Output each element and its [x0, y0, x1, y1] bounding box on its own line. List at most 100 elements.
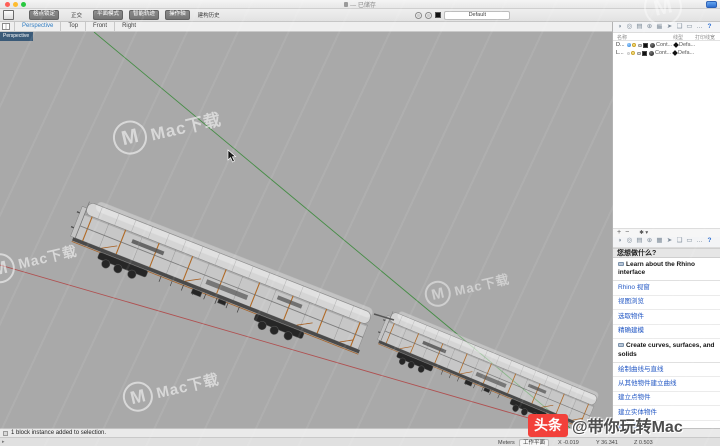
- notes-icon[interactable]: …: [695, 238, 704, 245]
- linetype-value[interactable]: Cont...: [655, 50, 671, 56]
- right-sidebar: ◑ ◎ ▤ ⊕ ▦ ➤ ❑ ▭ … ? 名称 线型 打印线宽 D... Cont…: [612, 22, 720, 428]
- display-mode-select[interactable]: Default: [444, 11, 510, 20]
- layers-empty-area[interactable]: [613, 57, 720, 228]
- four-viewports-icon[interactable]: [2, 23, 10, 30]
- display-icon[interactable]: ◑: [615, 24, 624, 31]
- materials-icon[interactable]: ▦: [655, 24, 664, 31]
- help-link[interactable]: Rhino 视窗: [613, 281, 720, 295]
- shaded-mode-icon[interactable]: [425, 12, 432, 19]
- layer-color-swatch[interactable]: [642, 51, 647, 56]
- help-link-list: Learn about the Rhino interface Rhino 视窗…: [613, 258, 720, 429]
- ortho-label[interactable]: 正交: [71, 11, 82, 19]
- mouse-cursor: [228, 150, 236, 162]
- layer-name[interactable]: L...: [616, 50, 625, 56]
- print-color-icon[interactable]: [673, 42, 679, 48]
- layers-header: 名称 线型 打印线宽: [613, 33, 720, 41]
- properties-icon[interactable]: ▤: [635, 238, 644, 245]
- help-icon[interactable]: ?: [705, 24, 714, 31]
- smarttrack-button[interactable]: 智能轨迹: [129, 10, 159, 21]
- coord-z: Z 0.503: [634, 440, 653, 446]
- visibility-bulb-icon[interactable]: [631, 51, 635, 55]
- layer-row-layer01[interactable]: L... Cont... Defa...: [613, 49, 720, 57]
- coord-y: Y 36.341: [596, 440, 618, 446]
- viewport-canvas[interactable]: [0, 32, 612, 428]
- cursor-icon[interactable]: ➤: [665, 24, 674, 31]
- current-layer-icon[interactable]: [627, 52, 630, 55]
- web-icon[interactable]: ⊕: [645, 238, 654, 245]
- target-icon[interactable]: ◎: [625, 238, 634, 245]
- history-window-icon[interactable]: [3, 431, 8, 436]
- col-linetype: 线型: [673, 34, 683, 41]
- web-icon[interactable]: ⊕: [645, 24, 654, 31]
- command-prompt-caret[interactable]: ▸: [2, 439, 5, 445]
- render-mode-icon[interactable]: [415, 12, 422, 19]
- tab-right[interactable]: Right: [114, 22, 143, 31]
- printwidth-value[interactable]: Defa...: [678, 50, 692, 56]
- perspective-viewport[interactable]: Perspective: [0, 32, 612, 428]
- window-title: — 已储存: [0, 0, 720, 9]
- remove-layer-button[interactable]: −: [625, 229, 629, 236]
- add-layer-button[interactable]: +: [617, 229, 621, 236]
- rhino-app-window: — 已储存 格点锁定 正交 平面模式 智能轨迹 操作轴 建构历史 Default…: [0, 0, 720, 446]
- title-bar: — 已储存: [0, 0, 720, 9]
- display-icon[interactable]: ◑: [615, 238, 624, 245]
- gumball-button[interactable]: 操作轴: [165, 10, 190, 21]
- planar-mode-button[interactable]: 平面模式: [93, 10, 123, 21]
- help-link[interactable]: 选取物件: [613, 310, 720, 324]
- visibility-bulb-icon[interactable]: [632, 43, 636, 47]
- cursor-icon[interactable]: ➤: [665, 238, 674, 245]
- tab-front[interactable]: Front: [85, 22, 114, 31]
- lock-icon[interactable]: [638, 44, 642, 47]
- layer-color-swatch[interactable]: [643, 43, 648, 48]
- color-swatch-icon[interactable]: [435, 12, 441, 18]
- viewport-label-badge[interactable]: Perspective: [0, 32, 33, 41]
- layers-icon[interactable]: ❑: [675, 238, 684, 245]
- linetype-value[interactable]: Cont...: [656, 42, 672, 48]
- printwidth-value[interactable]: Defa...: [679, 42, 693, 48]
- coord-x: X -0.019: [558, 440, 579, 446]
- status-coordinate-bar: ▸ Meters 工作平面 X -0.019 Y 36.341 Z 0.503: [0, 437, 720, 446]
- grid-snap-button[interactable]: 格点锁定: [29, 10, 59, 21]
- history-label[interactable]: 建构历史: [198, 11, 220, 19]
- panel-icon[interactable]: ▭: [685, 24, 694, 31]
- layers-icon[interactable]: ❑: [675, 24, 684, 31]
- cplane-button[interactable]: 工作平面: [519, 439, 549, 446]
- print-color-icon[interactable]: [672, 50, 678, 56]
- help-link[interactable]: 精确建模: [613, 325, 720, 339]
- display-mode-cluster: Default: [415, 11, 510, 20]
- layer-menu-button[interactable]: ✱ ▾: [639, 230, 648, 236]
- book-icon: [618, 262, 624, 266]
- col-name: 名称: [617, 34, 627, 41]
- col-printwidth: 打印线宽: [695, 34, 715, 41]
- properties-icon[interactable]: ▤: [635, 24, 644, 31]
- panel-icon[interactable]: ▭: [685, 238, 694, 245]
- notes-icon[interactable]: …: [695, 24, 704, 31]
- book-icon: [618, 343, 624, 347]
- top-toolbar: 格点锁定 正交 平面模式 智能轨迹 操作轴 建构历史 Default: [0, 9, 720, 22]
- layer-name[interactable]: D...: [616, 42, 625, 48]
- help-section-interface[interactable]: Learn about the Rhino interface: [613, 258, 720, 282]
- layer-row-default[interactable]: D... Cont... Defa...: [613, 41, 720, 49]
- material-icon[interactable]: [649, 51, 654, 56]
- sidebar-toggle-icon[interactable]: [706, 1, 717, 8]
- lock-icon[interactable]: [637, 52, 641, 55]
- layout-window-icon[interactable]: [3, 10, 14, 20]
- units-label[interactable]: Meters: [498, 440, 515, 446]
- help-link[interactable]: 从其他物件建立曲线: [613, 377, 720, 391]
- train-wagon-2[interactable]: [370, 306, 601, 428]
- material-icon[interactable]: [650, 43, 655, 48]
- layers-footer: + − ✱ ▾: [613, 228, 720, 237]
- train-wagon-1[interactable]: [61, 195, 375, 366]
- help-link[interactable]: 视图浏览: [613, 296, 720, 310]
- materials-icon[interactable]: ▦: [655, 238, 664, 245]
- help-link[interactable]: 建立点物件: [613, 392, 720, 406]
- tab-perspective[interactable]: Perspective: [14, 22, 60, 31]
- current-layer-icon[interactable]: [627, 43, 631, 47]
- tab-top[interactable]: Top: [60, 22, 85, 31]
- help-link[interactable]: 绘制曲线与直线: [613, 363, 720, 377]
- help-panel-title: 您想做什么?: [613, 248, 720, 258]
- target-icon[interactable]: ◎: [625, 24, 634, 31]
- help-section-create[interactable]: Create curves, surfaces, and solids: [613, 339, 720, 363]
- document-icon: [344, 2, 348, 7]
- help-icon[interactable]: ?: [705, 238, 714, 245]
